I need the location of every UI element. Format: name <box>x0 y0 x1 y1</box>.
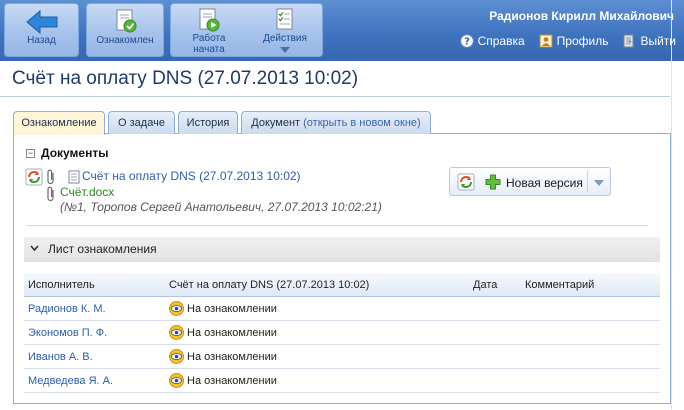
top-bar: Назад Ознакомлен Работа начата Действия … <box>0 0 684 61</box>
table-row: Экономов П. Ф. На ознакомлении <box>24 321 660 345</box>
tab-about-task-label: О задаче <box>118 117 165 129</box>
actions-group: Работа начата Действия <box>170 3 323 57</box>
svg-text:?: ? <box>464 37 470 48</box>
table-row: Медведева Я. А. На ознакомлении <box>24 369 660 393</box>
paperclip-icon <box>47 169 54 185</box>
help-icon: ? <box>459 34 474 48</box>
executor-link[interactable]: Медведева Я. А. <box>28 375 113 387</box>
work-started-label-line1: Работа <box>192 33 226 44</box>
open-in-new-window-link[interactable]: (открыть в новом окне) <box>303 117 421 129</box>
actions-dropdown-button[interactable]: Действия <box>247 4 323 56</box>
column-date[interactable]: Дата <box>473 279 497 291</box>
tab-history[interactable]: История <box>178 111 238 134</box>
file-meta: (№1, Торопов Сергей Анатольевич, 27.07.2… <box>60 200 382 214</box>
tab-document[interactable]: Документ (открыть в новом окне) <box>241 111 431 134</box>
document-check-icon <box>116 9 137 33</box>
table-row: Радионов К. М. На ознакомлении <box>24 297 660 321</box>
eye-icon <box>169 325 184 340</box>
column-executor[interactable]: Исполнитель <box>28 279 95 291</box>
documents-section-header[interactable]: − Документы <box>26 146 108 160</box>
plus-icon <box>485 174 501 190</box>
chevron-down-icon <box>280 47 290 53</box>
status-cell: На ознакомлении <box>169 349 277 364</box>
chevron-down-icon <box>30 245 39 252</box>
acquaintance-section-title: Лист ознакомления <box>48 242 157 256</box>
eye-icon <box>169 373 184 388</box>
status-cell: На ознакомлении <box>169 373 277 388</box>
refresh-document-icon[interactable] <box>25 168 43 186</box>
status-text: На ознакомлении <box>187 374 277 387</box>
tab-history-label: История <box>186 117 230 129</box>
table-header: Исполнитель Счёт на оплату DNS (27.07.20… <box>24 273 660 297</box>
document-link[interactable]: Счёт на оплату DNS (27.07.2013 10:02) <box>82 169 301 183</box>
logout-link[interactable]: Выйти <box>622 34 676 48</box>
acknowledged-button[interactable]: Ознакомлен <box>86 3 164 57</box>
page-edge <box>671 0 672 410</box>
header-links: ? Справка Профиль Выйти <box>459 34 676 48</box>
document-play-icon <box>199 8 220 32</box>
documents-section-title: Документы <box>41 146 109 160</box>
column-comment[interactable]: Комментарий <box>525 279 594 291</box>
executor-link[interactable]: Экономов П. Ф. <box>28 327 107 339</box>
acquaintance-section-header[interactable]: Лист ознакомления <box>24 237 660 262</box>
new-version-button[interactable]: Новая версия <box>449 167 611 196</box>
back-button[interactable]: Назад <box>4 3 79 57</box>
work-started-label-line2: начата <box>193 44 225 55</box>
back-arrow-icon <box>26 9 58 35</box>
profile-label: Профиль <box>556 34 609 48</box>
button-separator <box>587 171 588 192</box>
status-text: На ознакомлении <box>187 326 277 339</box>
page-title: Счёт на оплату DNS (27.07.2013 10:02) <box>12 68 359 89</box>
status-cell: На ознакомлении <box>169 325 277 340</box>
tab-document-label: Документ <box>251 117 301 129</box>
column-document[interactable]: Счёт на оплату DNS (27.07.2013 10:02) <box>169 279 369 291</box>
file-link[interactable]: Счёт.docx <box>60 185 114 199</box>
executor-link[interactable]: Иванов А. В. <box>28 351 93 363</box>
eye-icon <box>169 349 184 364</box>
document-icon <box>68 170 80 184</box>
status-text: На ознакомлении <box>187 350 277 363</box>
tab-about-task[interactable]: О задаче <box>108 111 175 134</box>
status-text: На ознакомлении <box>187 302 277 315</box>
help-label: Справка <box>477 34 525 48</box>
status-cell: На ознакомлении <box>169 301 277 316</box>
new-version-label: Новая версия <box>506 176 583 190</box>
chevron-down-icon[interactable] <box>594 180 604 186</box>
tab-acquaintance[interactable]: Ознакомление <box>13 111 105 135</box>
door-exit-icon <box>623 34 634 48</box>
help-link[interactable]: ? Справка <box>459 34 525 48</box>
actions-label: Действия <box>263 33 307 44</box>
title-divider <box>0 96 670 97</box>
profile-card-icon <box>539 34 553 48</box>
tab-acquaintance-label: Ознакомление <box>21 117 97 129</box>
back-label: Назад <box>27 35 56 46</box>
executor-link[interactable]: Радионов К. М. <box>28 303 106 315</box>
collapse-icon[interactable]: − <box>26 148 35 158</box>
user-name: Радионов Кирилл Михайлович <box>489 9 674 23</box>
table-row: Иванов А. В. На ознакомлении <box>24 345 660 369</box>
paperclip-icon <box>47 186 54 202</box>
refresh-document-icon <box>457 173 475 191</box>
eye-icon <box>169 301 184 316</box>
documents-divider <box>26 225 648 226</box>
acknowledged-label: Ознакомлен <box>96 35 154 46</box>
work-started-button[interactable]: Работа начата <box>171 4 247 56</box>
profile-link[interactable]: Профиль <box>539 34 609 48</box>
checklist-icon <box>276 8 293 30</box>
